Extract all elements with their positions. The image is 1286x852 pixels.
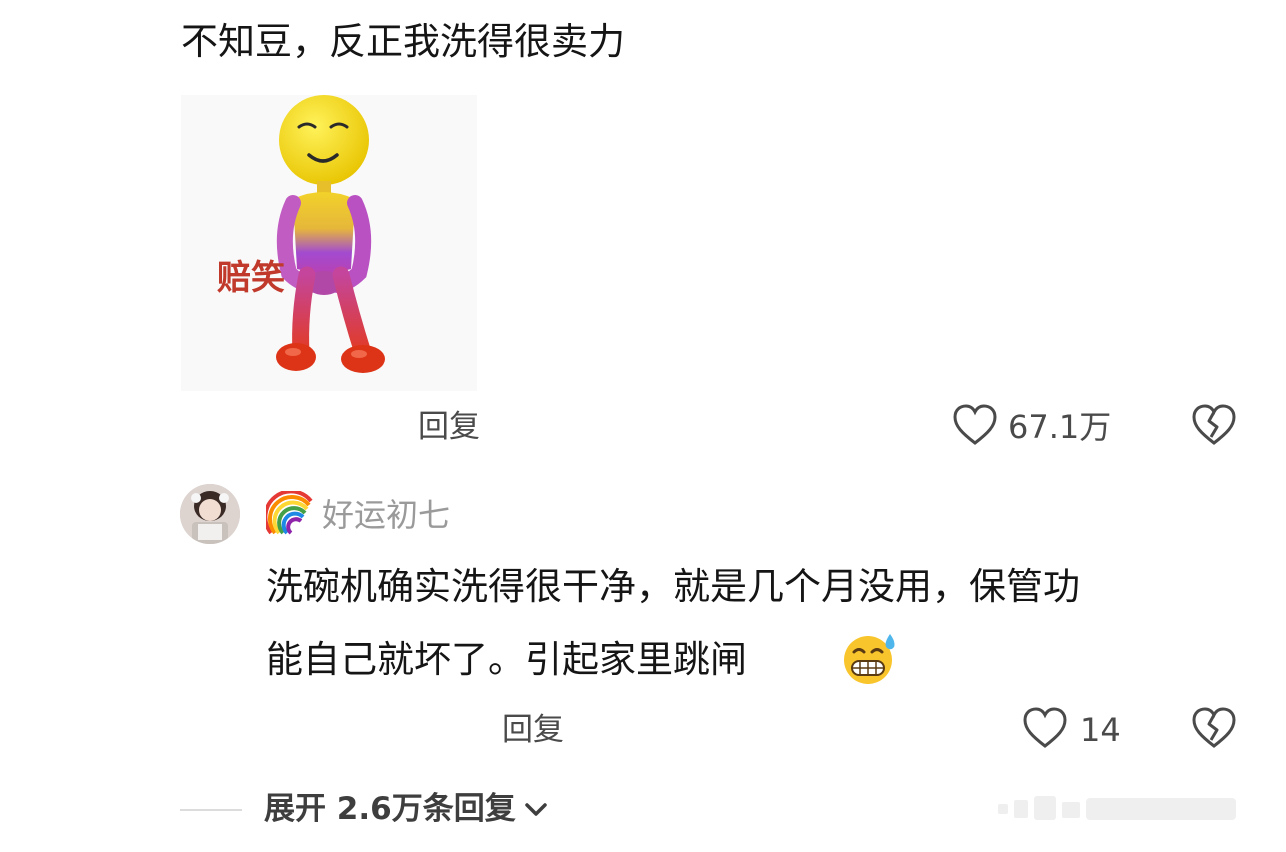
sticker-caption: 赔笑 xyxy=(217,258,285,298)
avatar[interactable] xyxy=(180,484,240,544)
reply-text-line-1: 洗碗机确实洗得很干净，就是几个月没用，保管功 xyxy=(266,565,1080,608)
rainbow-icon xyxy=(266,491,316,535)
avatar-image xyxy=(180,484,240,544)
like-button[interactable] xyxy=(1022,706,1068,750)
heart-outline-icon xyxy=(953,404,997,445)
dislike-button[interactable] xyxy=(1191,706,1237,750)
comment-text: 不知豆，反正我洗得很卖力 xyxy=(181,20,625,63)
username[interactable]: 好运初七 xyxy=(322,497,450,533)
reply-text-line-2: 能自己就坏了。引起家里跳闸 xyxy=(266,638,747,681)
reply-button[interactable]: 回复 xyxy=(418,409,480,445)
reply-button[interactable]: 回复 xyxy=(502,712,564,748)
like-count: 67.1万 xyxy=(1008,408,1112,446)
like-count: 14 xyxy=(1080,711,1121,749)
divider-line xyxy=(180,809,242,811)
broken-heart-icon xyxy=(1192,404,1236,445)
expand-replies-label: 展开 2.6万条回复 xyxy=(264,791,516,827)
grinning-sweat-emoji-icon xyxy=(840,630,900,686)
like-button[interactable] xyxy=(952,403,998,447)
watermark xyxy=(998,790,1268,830)
expand-replies-button[interactable]: 展开 2.6万条回复 xyxy=(264,791,550,827)
smiley-figure-illustration xyxy=(276,95,385,373)
broken-heart-icon xyxy=(1192,707,1236,748)
heart-outline-icon xyxy=(1023,707,1067,748)
chevron-down-icon xyxy=(522,799,550,819)
dislike-button[interactable] xyxy=(1191,403,1237,447)
sticker-image[interactable]: 赔笑 xyxy=(181,95,477,391)
